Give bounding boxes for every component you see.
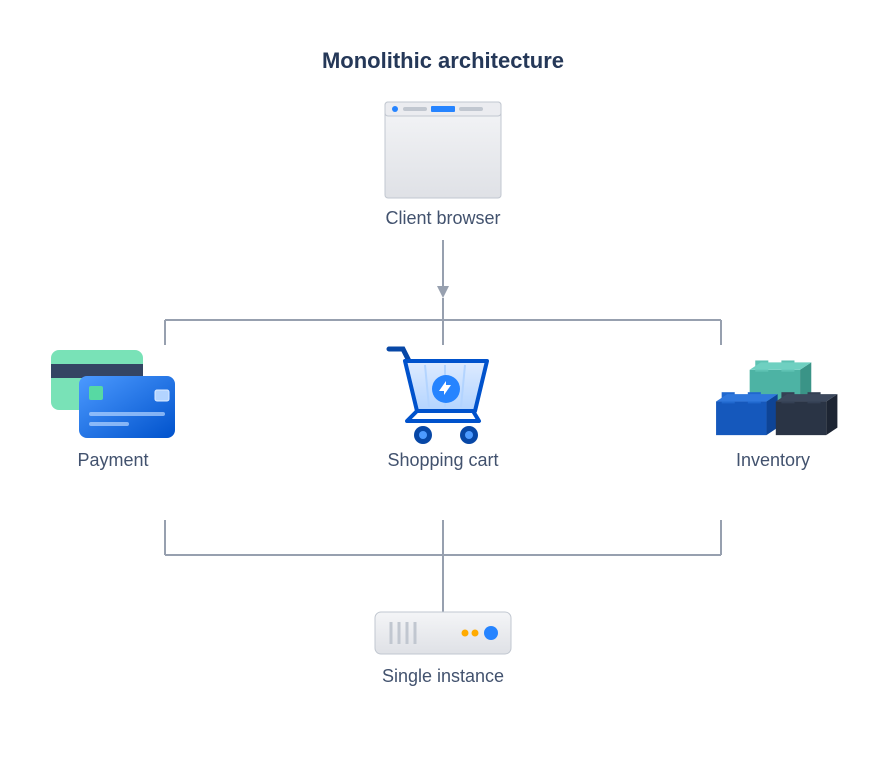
cart-node: Shopping cart	[353, 340, 533, 471]
payment-label: Payment	[77, 450, 148, 471]
client-node: Client browser	[0, 100, 886, 229]
blocks-icon	[703, 340, 843, 450]
cart-label: Shopping cart	[387, 450, 498, 471]
shopping-cart-icon	[373, 335, 513, 455]
credit-cards-icon	[43, 340, 183, 450]
server-node: Single instance	[0, 610, 886, 687]
payment-node: Payment	[23, 340, 203, 471]
server-label: Single instance	[382, 666, 504, 687]
middle-row: Payment	[0, 340, 886, 471]
server-icon	[373, 610, 513, 656]
client-label: Client browser	[385, 208, 500, 229]
browser-window-icon	[383, 100, 503, 200]
inventory-label: Inventory	[736, 450, 810, 471]
inventory-node: Inventory	[683, 340, 863, 471]
diagram-title: Monolithic architecture	[0, 48, 886, 74]
